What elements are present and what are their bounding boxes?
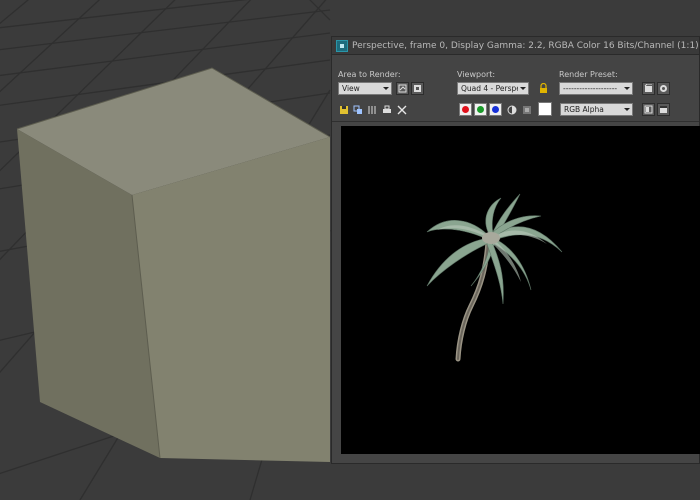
green-channel-icon bbox=[477, 106, 484, 113]
blue-channel-toggle[interactable] bbox=[489, 103, 502, 116]
print-icon[interactable] bbox=[381, 104, 392, 115]
duplicate-icon[interactable] bbox=[366, 104, 377, 115]
rendered-frame-window[interactable]: Perspective, frame 0, Display Gamma: 2.2… bbox=[331, 36, 700, 464]
chevron-down-icon bbox=[383, 87, 389, 90]
render-teapot-icon[interactable] bbox=[657, 82, 670, 95]
app-logo-icon bbox=[336, 39, 348, 52]
area-to-render-label: Area to Render: bbox=[338, 70, 401, 79]
color-swatch[interactable] bbox=[538, 102, 552, 116]
lock-icon[interactable] bbox=[538, 82, 549, 94]
edit-region-icon[interactable] bbox=[396, 82, 409, 95]
area-to-render-value: View bbox=[342, 84, 360, 93]
alpha-channel-icon[interactable] bbox=[506, 104, 517, 115]
chevron-down-icon bbox=[520, 87, 526, 90]
render-controls: Area to Render: View Viewport: Quad 4 - … bbox=[332, 55, 699, 99]
render-output bbox=[341, 126, 700, 454]
green-channel-toggle[interactable] bbox=[474, 103, 487, 116]
chevron-down-icon bbox=[624, 108, 630, 111]
render-preset-label: Render Preset: bbox=[559, 70, 618, 79]
render-preset-value: -------------------- bbox=[563, 84, 618, 93]
red-channel-toggle[interactable] bbox=[459, 103, 472, 116]
channel-display-dropdown[interactable]: RGB Alpha bbox=[560, 103, 633, 116]
window-title: Perspective, frame 0, Display Gamma: 2.2… bbox=[352, 40, 699, 51]
chevron-down-icon bbox=[624, 87, 630, 90]
title-bar[interactable]: Perspective, frame 0, Display Gamma: 2.2… bbox=[332, 37, 699, 55]
monochrome-icon[interactable] bbox=[521, 104, 532, 115]
red-channel-icon bbox=[462, 106, 469, 113]
channel-display-value: RGB Alpha bbox=[564, 105, 604, 114]
viewport-label: Viewport: bbox=[457, 70, 496, 79]
area-to-render-dropdown[interactable]: View bbox=[338, 82, 392, 95]
toggle-ui-overlay-icon[interactable] bbox=[642, 103, 655, 116]
viewport-dropdown[interactable]: Quad 4 - Perspec bbox=[457, 82, 529, 95]
box-object[interactable] bbox=[16, 67, 331, 462]
palm-tree-render bbox=[341, 126, 700, 454]
render-setup-icon[interactable] bbox=[642, 82, 655, 95]
clone-frame-icon[interactable] bbox=[352, 104, 363, 115]
viewport-value: Quad 4 - Perspec bbox=[461, 84, 518, 93]
blue-channel-icon bbox=[492, 106, 499, 113]
clear-icon[interactable] bbox=[396, 104, 407, 115]
frame-toolbar: RGB Alpha bbox=[332, 99, 699, 122]
render-preset-dropdown[interactable]: -------------------- bbox=[559, 82, 633, 95]
toggle-ui-icon[interactable] bbox=[657, 103, 670, 116]
save-image-icon[interactable] bbox=[338, 104, 349, 115]
auto-region-icon[interactable] bbox=[411, 82, 424, 95]
